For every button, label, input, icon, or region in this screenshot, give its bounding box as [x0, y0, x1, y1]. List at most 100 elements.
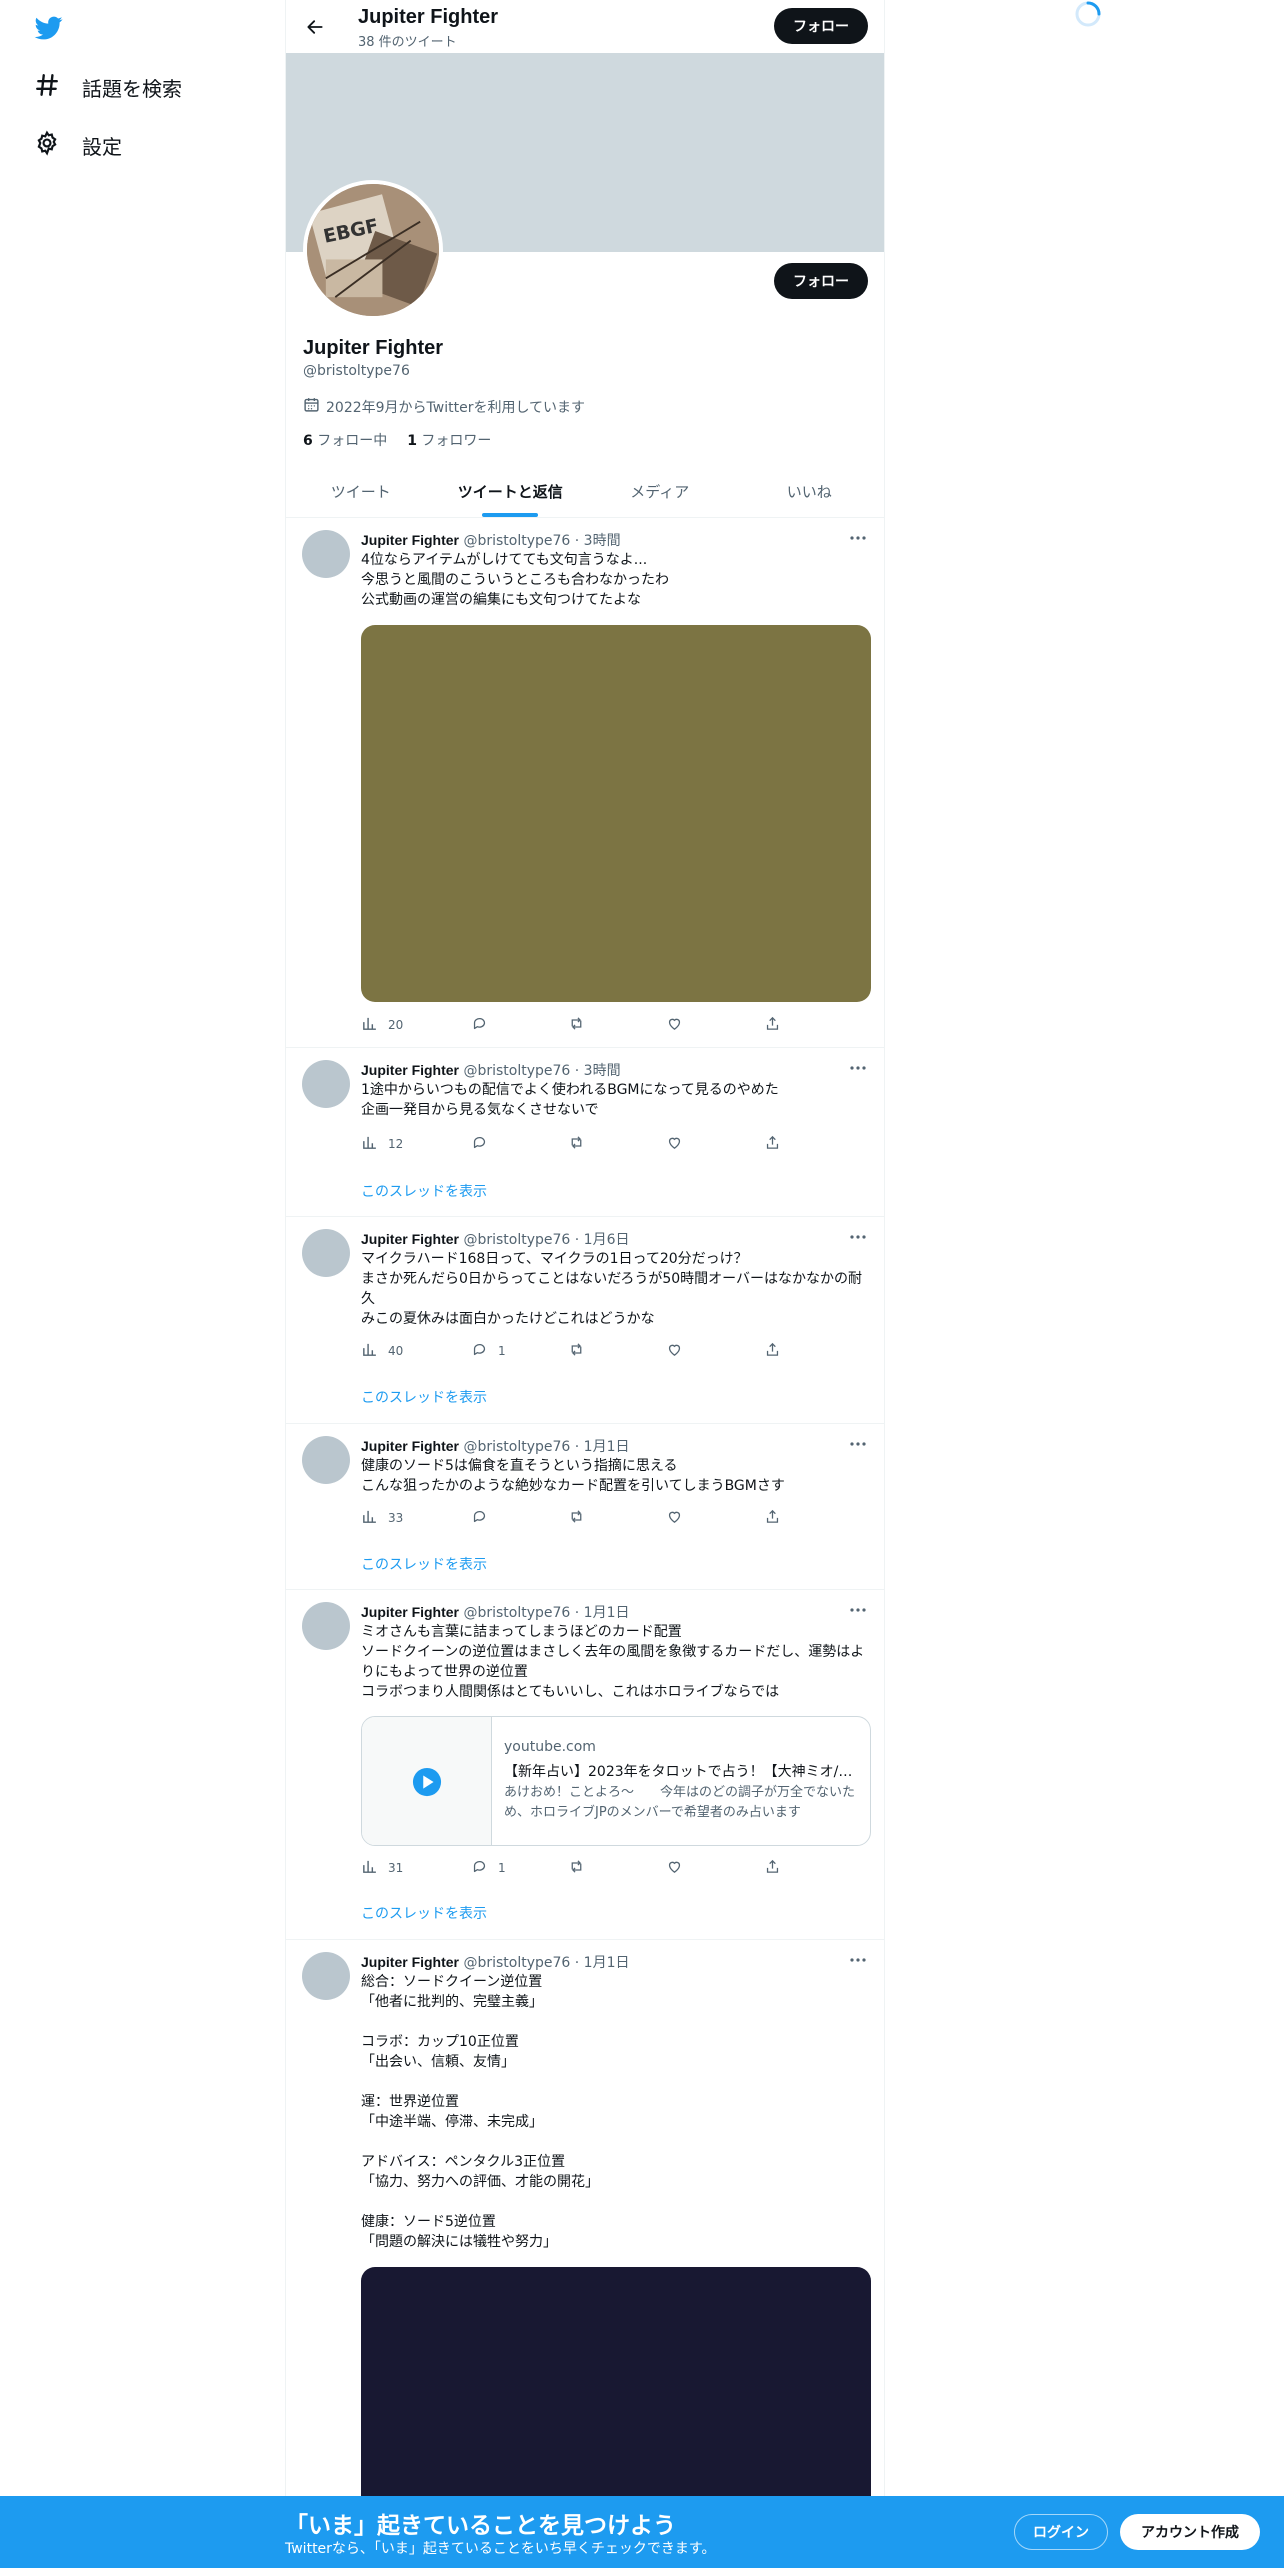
tab-tweets[interactable]: ツイート — [286, 465, 436, 517]
header-title: Jupiter Fighter — [358, 6, 499, 28]
profile-tabs: ツイート ツイートと返信 メディア いいね — [286, 465, 884, 518]
reply-button[interactable]: 1 — [471, 1341, 506, 1361]
tweet-avatar[interactable] — [302, 1229, 350, 1277]
share-icon — [764, 1508, 781, 1528]
like-button[interactable] — [666, 1134, 683, 1154]
tweet-text: 1途中からいつもの配信でよく使われるBGMになって見るのやめた 企画一発目から見… — [361, 1082, 779, 1118]
more-icon[interactable] — [848, 1229, 868, 1245]
tweet-avatar[interactable] — [302, 1060, 350, 1108]
tweet-author-name[interactable]: Jupiter Fighter — [361, 1062, 459, 1078]
reply-button[interactable] — [471, 1015, 488, 1035]
profile-name: Jupiter Fighter — [303, 337, 444, 359]
profile-follow-button[interactable]: フォロー — [774, 263, 868, 299]
tweet[interactable]: Jupiter Fighter @bristoltype76 · 3時間 1途中… — [286, 1048, 884, 1217]
chart-icon — [361, 1015, 378, 1035]
tweet-text: ミオさんも言葉に詰まってしまうほどのカード配置 ソードクイーンの逆位置はまさしく… — [361, 1624, 865, 1700]
views-button[interactable]: 31 — [361, 1858, 403, 1878]
heart-icon — [666, 1015, 683, 1035]
retweet-button[interactable] — [568, 1858, 585, 1878]
show-thread-link[interactable]: このスレッドを表示 — [361, 1903, 487, 1923]
tab-media[interactable]: メディア — [585, 465, 735, 517]
link-card-description: あけおめ！ことよろ～ 今年はのどの調子が万全でないため、ホロライブJPのメンバー… — [504, 1785, 856, 1820]
tweet-avatar[interactable] — [302, 1952, 350, 2000]
header-tweet-count: 38 件のツイート — [358, 35, 457, 50]
retweet-button[interactable] — [568, 1508, 585, 1528]
tweet-text: 総合：ソードクイーン逆位置 「他者に批判的、完璧主義」 コラボ：カップ10正位置… — [361, 1974, 599, 2250]
views-button[interactable]: 40 — [361, 1341, 403, 1361]
share-button[interactable] — [764, 1134, 781, 1154]
link-card-domain: youtube.com — [504, 1739, 596, 1755]
retweet-icon — [568, 1508, 585, 1528]
show-thread-link[interactable]: このスレッドを表示 — [361, 1554, 487, 1574]
profile-joined-text: 2022年9月からTwitterを利用しています — [326, 399, 586, 416]
gear-icon — [34, 130, 60, 161]
tweet-author-name[interactable]: Jupiter Fighter — [361, 1231, 459, 1247]
tweet[interactable]: Jupiter Fighter @bristoltype76 · 1月1日 ミオ… — [286, 1590, 884, 1940]
tweet-image[interactable] — [361, 625, 871, 1002]
more-icon[interactable] — [848, 1602, 868, 1618]
tweet[interactable]: Jupiter Fighter @bristoltype76 · 3時間 4位な… — [286, 518, 884, 1048]
main-column: Jupiter Fighter 38 件のツイート フォロー EBGF フォロー… — [285, 0, 885, 2568]
tweet-avatar[interactable] — [302, 1436, 350, 1484]
hashtag-icon — [34, 72, 60, 103]
heart-icon — [666, 1508, 683, 1528]
followers-link[interactable]: 1 フォロワー — [407, 430, 491, 450]
tweet[interactable]: Jupiter Fighter @bristoltype76 · 1月1日 総合… — [286, 1940, 884, 2568]
reply-button[interactable]: 1 — [471, 1858, 506, 1878]
more-icon[interactable] — [848, 1952, 868, 1968]
following-label: フォロー中 — [317, 433, 388, 449]
loading-spinner-icon — [1074, 0, 1102, 28]
show-thread-link[interactable]: このスレッドを表示 — [361, 1387, 487, 1407]
retweet-button[interactable] — [568, 1341, 585, 1361]
tweet-author-name[interactable]: Jupiter Fighter — [361, 1438, 459, 1454]
like-button[interactable] — [666, 1858, 683, 1878]
like-button[interactable] — [666, 1508, 683, 1528]
tweet-author-name[interactable]: Jupiter Fighter — [361, 1604, 459, 1620]
views-button[interactable]: 33 — [361, 1508, 403, 1528]
share-button[interactable] — [764, 1508, 781, 1528]
tweet-avatar[interactable] — [302, 1602, 350, 1650]
views-count: 33 — [388, 1511, 404, 1525]
reply-count: 1 — [498, 1344, 506, 1358]
views-button[interactable]: 12 — [361, 1134, 403, 1154]
tweet-author-name[interactable]: Jupiter Fighter — [361, 532, 459, 548]
views-count: 12 — [388, 1137, 404, 1151]
tweet-author-name[interactable]: Jupiter Fighter — [361, 1954, 459, 1970]
nav-settings[interactable]: 設定 — [34, 125, 122, 165]
calendar-icon — [303, 396, 320, 417]
views-button[interactable]: 20 — [361, 1015, 403, 1035]
heart-icon — [666, 1134, 683, 1154]
nav-explore-label: 話題を検索 — [82, 76, 182, 101]
share-button[interactable] — [764, 1015, 781, 1035]
header-follow-button[interactable]: フォロー — [774, 8, 868, 44]
tweet[interactable]: Jupiter Fighter @bristoltype76 · 1月6日 マイ… — [286, 1217, 884, 1424]
tab-likes[interactable]: いいね — [735, 465, 885, 517]
nav-explore[interactable]: 話題を検索 — [34, 67, 182, 107]
tab-tweets-replies[interactable]: ツイートと返信 — [436, 465, 586, 517]
reply-button[interactable] — [471, 1508, 488, 1528]
tweet-avatar[interactable] — [302, 530, 350, 578]
share-button[interactable] — [764, 1858, 781, 1878]
reply-button[interactable] — [471, 1134, 488, 1154]
more-icon[interactable] — [848, 1436, 868, 1452]
retweet-icon — [568, 1858, 585, 1878]
link-card[interactable]: youtube.com 【新年占い】2023年をタロットで占う！【大神ミオ/ホロ… — [361, 1716, 871, 1846]
reply-icon — [471, 1341, 488, 1361]
signup-button[interactable]: アカウント作成 — [1120, 2514, 1260, 2550]
back-arrow-icon[interactable] — [300, 12, 330, 42]
login-button[interactable]: ログイン — [1014, 2514, 1108, 2550]
more-icon[interactable] — [848, 1060, 868, 1076]
profile-avatar[interactable]: EBGF — [303, 180, 443, 320]
reply-icon — [471, 1134, 488, 1154]
show-thread-link[interactable]: このスレッドを表示 — [361, 1181, 487, 1201]
tweet[interactable]: Jupiter Fighter @bristoltype76 · 1月1日 健康… — [286, 1424, 884, 1590]
like-button[interactable] — [666, 1341, 683, 1361]
tweet-actions: 20 — [361, 1015, 781, 1035]
twitter-bird-icon[interactable] — [34, 14, 64, 42]
retweet-button[interactable] — [568, 1015, 585, 1035]
share-button[interactable] — [764, 1341, 781, 1361]
following-link[interactable]: 6 フォロー中 — [303, 430, 387, 450]
retweet-button[interactable] — [568, 1134, 585, 1154]
more-icon[interactable] — [848, 530, 868, 546]
like-button[interactable] — [666, 1015, 683, 1035]
